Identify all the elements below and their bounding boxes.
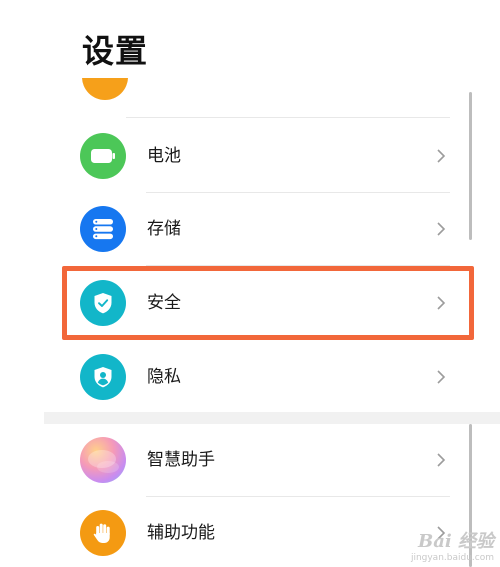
storage-icon: [80, 206, 126, 252]
hand-icon: [80, 510, 126, 556]
smart-assistant-icon: [80, 437, 126, 483]
chevron-right-icon: [437, 370, 446, 384]
battery-icon: [80, 133, 126, 179]
settings-item-label: 存储: [147, 219, 181, 239]
shield-check-icon: [80, 280, 126, 326]
scrollbar-top-group[interactable]: [469, 92, 472, 240]
settings-item-label: 安全: [147, 293, 181, 313]
chevron-right-icon: [437, 222, 446, 236]
privacy-user-shield-icon: [80, 354, 126, 400]
page-title: 设置: [82, 32, 149, 70]
settings-item-security[interactable]: 安全: [44, 267, 464, 339]
group-separator: [44, 412, 500, 424]
settings-item-label: 隐私: [147, 367, 181, 387]
settings-item-label: 电池: [147, 146, 181, 166]
settings-item-battery[interactable]: 电池: [44, 120, 464, 192]
divider: [146, 265, 450, 266]
settings-item-privacy[interactable]: 隐私: [44, 341, 464, 413]
settings-item-storage[interactable]: 存储: [44, 193, 464, 265]
watermark-logo: Bai 经验 jingyan.baidu.com: [410, 531, 494, 563]
settings-item-label: 辅助功能: [147, 523, 215, 543]
settings-screen: 设置 电池 存储 安全 隐私 智慧助手 辅助功能 Bai 经验 jingyan.…: [0, 0, 500, 567]
divider: [146, 339, 450, 340]
chevron-right-icon: [437, 453, 446, 467]
settings-item-accessibility[interactable]: 辅助功能: [44, 497, 464, 567]
partially-hidden-setting-icon: [82, 78, 128, 102]
divider: [126, 117, 450, 118]
chevron-right-icon: [437, 296, 446, 310]
chevron-right-icon: [437, 149, 446, 163]
settings-item-label: 智慧助手: [147, 450, 215, 470]
settings-item-smart-assistant[interactable]: 智慧助手: [44, 424, 464, 496]
